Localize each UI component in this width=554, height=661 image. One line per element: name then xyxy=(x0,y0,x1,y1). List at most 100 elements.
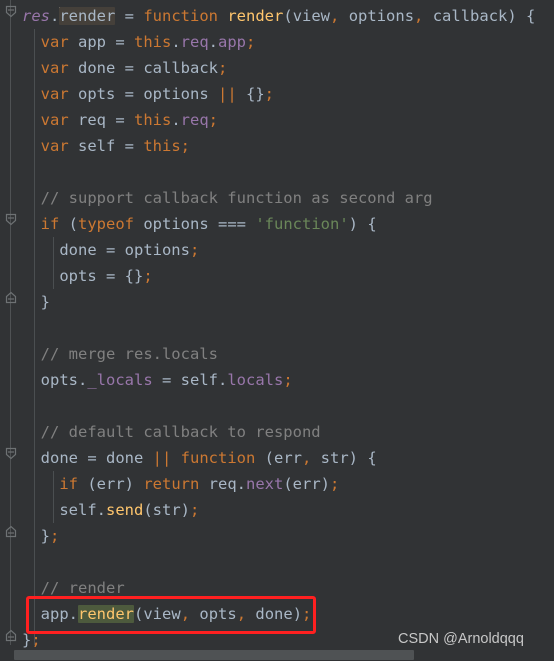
token-indent6 xyxy=(22,137,41,155)
code-line-24-render-call[interactable]: app.render(view, opts, done); xyxy=(22,601,311,627)
code-line-9[interactable]: if (typeof options === 'function') { xyxy=(22,211,377,237)
token-if9: if xyxy=(40,215,60,233)
token-dot19: . xyxy=(236,475,246,493)
code-line-23-comment[interactable]: // render xyxy=(22,575,125,601)
token-param-options: options xyxy=(348,7,415,25)
fold-end-icon-line-21[interactable] xyxy=(4,524,18,540)
code-line-5[interactable]: var req = this.req; xyxy=(22,107,218,133)
token-param-callback: callback xyxy=(432,7,508,25)
token-var: var xyxy=(40,33,69,51)
token-opts24: opts xyxy=(190,605,237,623)
token-render24-match: render xyxy=(78,605,135,623)
token-indent19 xyxy=(22,475,59,493)
token-self6: self = xyxy=(68,137,144,155)
code-editor-window: res.render = function render(view, optio… xyxy=(0,0,554,661)
token-comment17: // default callback to respond xyxy=(22,423,321,441)
token-sp18 xyxy=(171,449,180,467)
csdn-watermark: CSDN @Arnoldqqq xyxy=(398,631,524,647)
token-next19: next xyxy=(246,475,284,493)
token-indent24 xyxy=(22,605,41,623)
token-comma24a: , xyxy=(180,605,191,623)
code-line-8-comment[interactable]: // support callback function as second a… xyxy=(22,185,433,211)
token-dot20: . xyxy=(96,501,106,519)
token-dot2: . xyxy=(171,33,181,51)
token-err19: (err) xyxy=(78,475,144,493)
code-line-14-comment[interactable]: // merge res.locals xyxy=(22,341,218,367)
fold-open-icon-line-9[interactable] xyxy=(4,212,18,228)
code-line-19[interactable]: if (err) return req.next(err); xyxy=(22,471,339,497)
token-or4: || xyxy=(217,85,237,103)
token-indent5 xyxy=(22,111,41,129)
fold-open-icon-line-1[interactable] xyxy=(4,4,18,20)
code-line-12[interactable]: } xyxy=(22,289,50,315)
token-call19: (err) xyxy=(283,475,330,493)
token-str18: str) { xyxy=(311,449,377,467)
code-line-1[interactable]: res.render = function render(view, optio… xyxy=(22,3,535,29)
token-opts15: opts xyxy=(22,371,78,389)
token-var6: var xyxy=(40,137,69,155)
token-self20: self xyxy=(22,501,97,519)
token-paren-brace: ) { xyxy=(507,7,536,25)
token-done24: done) xyxy=(246,605,303,623)
token-comma24b: , xyxy=(236,605,247,623)
token-param-view: view xyxy=(292,7,331,25)
code-line-21[interactable]: }; xyxy=(22,523,60,549)
token-appfield: app xyxy=(218,33,247,51)
fold-end-icon-line-12[interactable] xyxy=(4,290,18,306)
token-semi21: ; xyxy=(50,527,60,545)
token-req: req xyxy=(180,33,209,51)
token-semi2: ; xyxy=(246,33,256,51)
code-line-18[interactable]: done = done || function (err, str) { xyxy=(22,445,377,471)
token-dot15b: . xyxy=(218,371,228,389)
token-semi24: ; xyxy=(302,605,312,623)
token-var4: var xyxy=(40,85,69,103)
fold-open-icon-line-18[interactable] xyxy=(4,446,18,462)
code-text-area[interactable]: res.render = function render(view, optio… xyxy=(22,0,554,649)
code-line-10[interactable]: done = options; xyxy=(22,237,199,263)
token-opts4: opts = options xyxy=(68,85,218,103)
token-render-fnname: render xyxy=(227,7,284,25)
code-line-15[interactable]: opts._locals = self.locals; xyxy=(22,367,293,393)
token-comma2: , xyxy=(414,7,424,25)
token-indent3 xyxy=(22,59,41,77)
gutter-rail xyxy=(10,0,11,645)
token-var5: var xyxy=(40,111,69,129)
token-done10: done = options xyxy=(22,241,190,259)
token-return19: return xyxy=(143,475,200,493)
horizontal-scrollbar-thumb[interactable] xyxy=(14,650,414,660)
token-req5: req = xyxy=(68,111,134,129)
token-comment8: // support callback function as second a… xyxy=(22,189,433,207)
code-line-20[interactable]: self.send(str); xyxy=(22,497,199,523)
fold-end-icon-line-25[interactable] xyxy=(4,628,18,644)
token-function18: function xyxy=(180,449,256,467)
token-function-keyword: function xyxy=(143,7,218,25)
token-string9: 'function' xyxy=(255,215,349,233)
token-this: this xyxy=(134,33,172,51)
token-semi6: ; xyxy=(180,137,190,155)
code-line-4[interactable]: var opts = options || {}; xyxy=(22,81,274,107)
code-line-6[interactable]: var self = this; xyxy=(22,133,190,159)
token-obj4: {} xyxy=(236,85,265,103)
token-this6: this xyxy=(143,137,181,155)
token-semi20: ; xyxy=(190,501,200,519)
token-if19: if xyxy=(59,475,78,493)
code-line-11[interactable]: opts = {}; xyxy=(22,263,152,289)
token-comment14: // merge res.locals xyxy=(22,345,218,363)
token-locals15: _locals xyxy=(87,371,153,389)
token-close9: ) { xyxy=(348,215,377,233)
token-comment23: // render xyxy=(22,579,125,597)
horizontal-scrollbar-track[interactable] xyxy=(0,648,554,661)
token-send20: send xyxy=(106,501,144,519)
token-dot15: . xyxy=(78,371,88,389)
token-options9: options === xyxy=(134,215,256,233)
editor-gutter xyxy=(0,0,22,661)
code-line-3[interactable]: var done = callback; xyxy=(22,55,228,81)
token-done18: done = done xyxy=(22,449,153,467)
code-line-17-comment[interactable]: // default callback to respond xyxy=(22,419,321,445)
code-line-2[interactable]: var app = this.req.app; xyxy=(22,29,256,55)
token-var3: var xyxy=(40,59,69,77)
token-paren9: ( xyxy=(59,215,79,233)
token-assign: = xyxy=(115,7,144,25)
